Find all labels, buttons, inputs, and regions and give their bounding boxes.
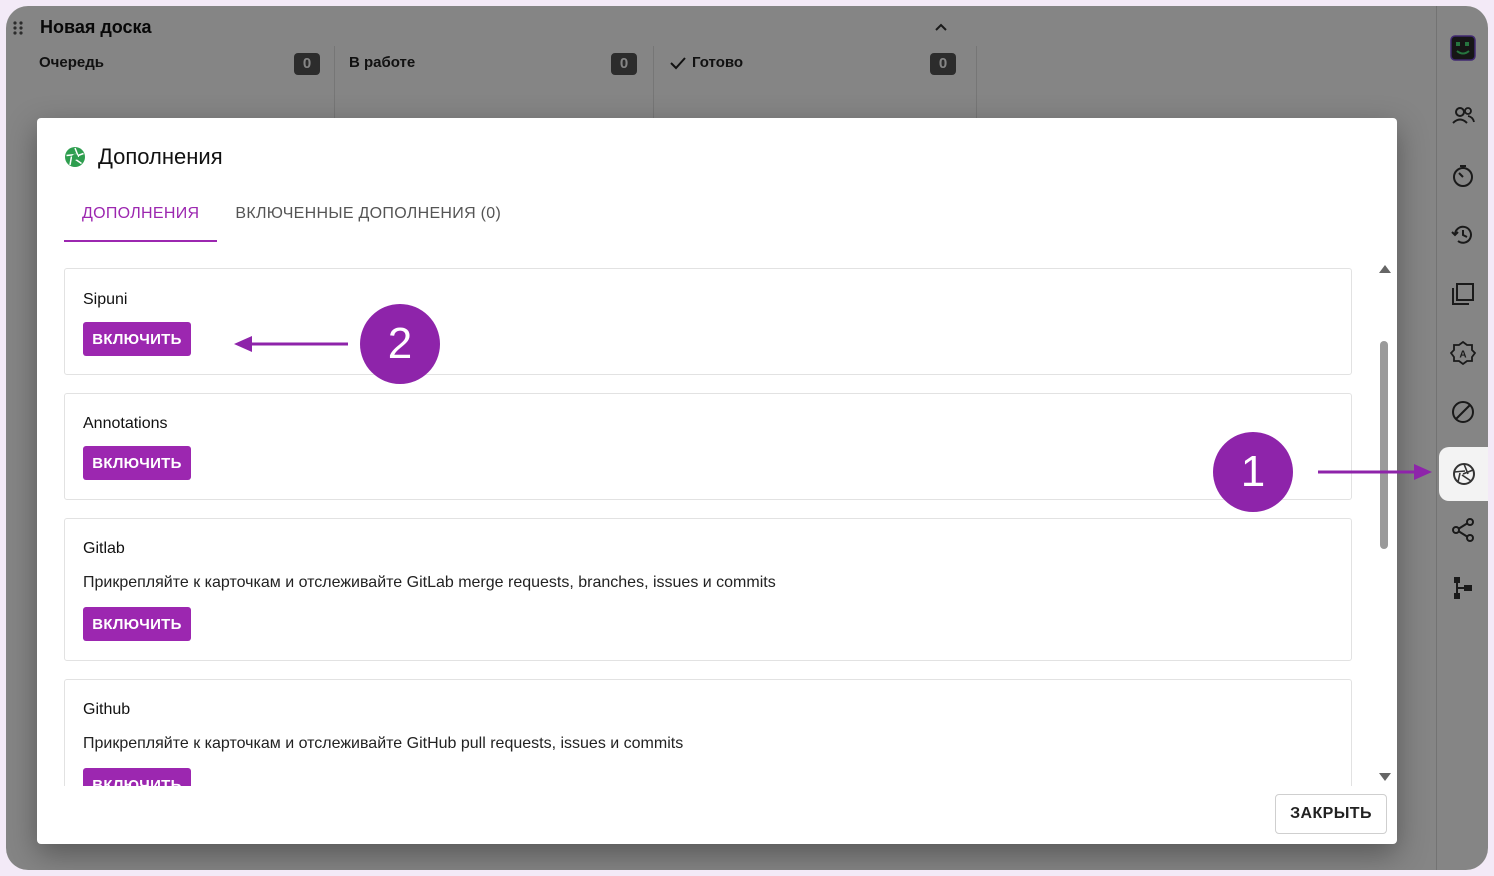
addon-description: Прикрепляйте к карточкам и отслеживайте … [83, 735, 684, 752]
list-scrollbar[interactable] [1377, 263, 1391, 785]
app-window: Новая доска Очередь 0 В работе 0 Готово [6, 6, 1488, 870]
dialog-tabs: ДОПОЛНЕНИЯ ВКЛЮЧЕННЫЕ ДОПОЛНЕНИЯ (0) [64, 196, 519, 242]
enable-button[interactable]: ВКЛЮЧИТЬ [83, 607, 191, 641]
addon-name: Sipuni [83, 291, 128, 308]
dialog-title-text: Дополнения [98, 144, 223, 169]
scroll-thumb[interactable] [1380, 341, 1388, 549]
addon-card-github: Github Прикрепляйте к карточкам и отслеж… [64, 679, 1352, 786]
addons-aperture-icon [1452, 463, 1475, 485]
tab-enabled-addons[interactable]: ВКЛЮЧЕННЫЕ ДОПОЛНЕНИЯ (0) [217, 196, 519, 240]
scroll-up-icon[interactable] [1379, 265, 1391, 273]
tab-addons[interactable]: ДОПОЛНЕНИЯ [64, 196, 218, 242]
dialog-title: Дополнения [64, 144, 223, 170]
addons-dialog: Дополнения ДОПОЛНЕНИЯ ВКЛЮЧЕННЫЕ ДОПОЛНЕ… [37, 118, 1397, 844]
addon-name: Annotations [83, 415, 168, 432]
sidebar-addons[interactable] [1439, 447, 1488, 501]
enable-button[interactable]: ВКЛЮЧИТЬ [83, 322, 191, 356]
arrow-right-icon [1318, 464, 1432, 480]
enable-button[interactable]: ВКЛЮЧИТЬ [83, 768, 191, 786]
arrow-left-icon [234, 336, 348, 352]
scroll-down-icon[interactable] [1379, 773, 1391, 781]
enable-button[interactable]: ВКЛЮЧИТЬ [83, 446, 191, 480]
step-marker-2: 2 [360, 304, 440, 384]
addon-name: Github [83, 701, 131, 718]
step-marker-1: 1 [1213, 432, 1293, 512]
close-button[interactable]: ЗАКРЫТЬ [1275, 794, 1387, 834]
addon-card-gitlab: Gitlab Прикрепляйте к карточкам и отслеж… [64, 518, 1352, 661]
addon-name: Gitlab [83, 540, 125, 557]
addon-description: Прикрепляйте к карточкам и отслеживайте … [83, 574, 776, 591]
addon-card-sipuni: Sipuni ВКЛЮЧИТЬ [64, 268, 1352, 375]
aperture-icon [65, 147, 85, 167]
addon-card-annotations: Annotations ВКЛЮЧИТЬ [64, 393, 1352, 500]
